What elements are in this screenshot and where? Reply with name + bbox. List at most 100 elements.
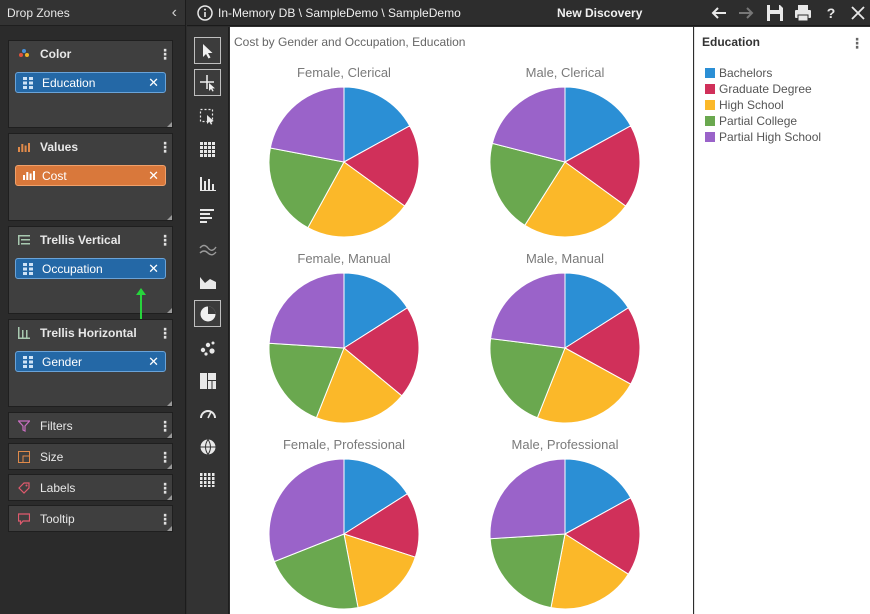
- drop-zones-title: Drop Zones: [7, 5, 70, 20]
- pie-chart-tool[interactable]: [194, 300, 221, 327]
- values-zone[interactable]: Values ⋮ Cost ✕: [8, 133, 173, 221]
- top-bar: In-Memory DB \ SampleDemo \ SampleDemo N…: [187, 0, 870, 26]
- legend-swatch: [705, 84, 715, 94]
- size-icon: [17, 450, 31, 464]
- resize-corner: [167, 433, 172, 438]
- legend-item[interactable]: Bachelors: [705, 65, 772, 81]
- collapse-panel-icon[interactable]: ‹: [172, 4, 177, 21]
- chart-title: Cost by Gender and Occupation, Education: [234, 35, 466, 49]
- legend-item[interactable]: Graduate Degree: [705, 81, 812, 97]
- remove-education-icon[interactable]: ✕: [148, 75, 159, 91]
- measure-bar-icon: [23, 170, 35, 182]
- color-zone-menu-icon[interactable]: ⋮: [158, 47, 172, 61]
- add-pointer-tool[interactable]: [194, 69, 221, 96]
- pie-panel-title: Female, Clerical: [297, 65, 391, 80]
- discovery-title[interactable]: New Discovery: [557, 6, 642, 20]
- pie-chart[interactable]: [488, 85, 642, 239]
- gauge-tool[interactable]: [194, 400, 221, 427]
- resize-corner: [167, 122, 172, 127]
- forward-arrow-icon[interactable]: [737, 4, 755, 22]
- trellis-vertical-menu-icon[interactable]: ⋮: [158, 233, 172, 247]
- filters-zone-label: Filters: [40, 419, 73, 433]
- trellis-horizontal-zone[interactable]: Trellis Horizontal ⋮ Gender ✕: [8, 319, 173, 407]
- pie-panel-title: Male, Clerical: [525, 65, 605, 80]
- tooltip-zone[interactable]: Tooltip ⋮: [8, 505, 173, 532]
- info-icon[interactable]: [197, 4, 213, 21]
- pie-chart[interactable]: [267, 457, 421, 611]
- legend-label: Graduate Degree: [719, 82, 812, 96]
- help-icon[interactable]: ?: [822, 4, 840, 22]
- pie-panel-title: Female, Manual: [297, 251, 391, 266]
- trellis-vertical-label: Trellis Vertical: [40, 233, 121, 247]
- pie-panel-title: Male, Professional: [511, 437, 619, 452]
- filters-zone-menu-icon[interactable]: ⋮: [158, 419, 172, 433]
- attribute-grid-icon: [23, 76, 35, 89]
- remove-cost-icon[interactable]: ✕: [148, 168, 159, 184]
- legend-item[interactable]: High School: [705, 97, 784, 113]
- bar-chart-tool[interactable]: [194, 202, 221, 229]
- legend-label: Partial College: [719, 114, 798, 128]
- cost-pill-label: Cost: [42, 168, 67, 183]
- lasso-select-tool[interactable]: [194, 103, 221, 130]
- legend-menu-icon[interactable]: ⋮: [850, 35, 864, 52]
- size-zone[interactable]: Size ⋮: [8, 443, 173, 470]
- cost-pill[interactable]: Cost ✕: [15, 165, 166, 186]
- trellis-vertical-zone[interactable]: Trellis Vertical ⋮ Occupation ✕: [8, 226, 173, 314]
- bar-chart-icon: [199, 208, 214, 223]
- size-zone-menu-icon[interactable]: ⋮: [158, 450, 172, 464]
- legend-item[interactable]: Partial College: [705, 113, 797, 129]
- tooltip-bubble-icon: [17, 512, 31, 526]
- pie-chart-icon: [200, 306, 215, 321]
- grid-chart-tool[interactable]: [194, 136, 221, 163]
- back-arrow-icon[interactable]: [710, 4, 728, 22]
- size-zone-label: Size: [40, 450, 64, 464]
- color-zone-label: Color: [40, 47, 72, 61]
- resize-corner: [167, 308, 172, 313]
- gender-pill[interactable]: Gender ✕: [15, 351, 166, 372]
- filters-zone[interactable]: Filters ⋮: [8, 412, 173, 439]
- visual-tools-strip: [187, 27, 229, 614]
- line-chart-tool[interactable]: [194, 235, 221, 262]
- trellis-horizontal-menu-icon[interactable]: ⋮: [158, 326, 172, 340]
- education-pill-label: Education: [42, 75, 96, 90]
- marquee-select-icon: [199, 108, 214, 125]
- legend-swatch: [705, 132, 715, 142]
- print-icon[interactable]: [794, 4, 812, 22]
- table-tool[interactable]: [194, 466, 221, 493]
- column-chart-tool[interactable]: [194, 169, 221, 196]
- scatter-chart-tool[interactable]: [194, 334, 221, 361]
- close-icon[interactable]: [849, 4, 867, 22]
- legend-panel: Education ⋮ Bachelors Graduate Degree High…: [694, 27, 870, 614]
- save-disk-icon[interactable]: [766, 4, 784, 22]
- legend-swatch: [705, 116, 715, 126]
- legend-title: Education: [702, 35, 761, 49]
- map-tool[interactable]: [194, 433, 221, 460]
- pie-chart[interactable]: [267, 271, 421, 425]
- labels-zone-menu-icon[interactable]: ⋮: [158, 481, 172, 495]
- legend-item[interactable]: Partial High School: [705, 129, 821, 145]
- gauge-icon: [199, 409, 216, 418]
- color-zone[interactable]: Color ⋮ Education ✕: [8, 40, 173, 128]
- select-pointer-tool[interactable]: [194, 37, 221, 64]
- pie-slice[interactable]: [490, 272, 566, 349]
- pie-chart[interactable]: [488, 457, 642, 611]
- values-zone-menu-icon[interactable]: ⋮: [158, 140, 172, 154]
- occupation-pill[interactable]: Occupation ✕: [15, 258, 166, 279]
- education-pill[interactable]: Education ✕: [15, 72, 166, 93]
- chart-canvas[interactable]: Cost by Gender and Occupation, Education…: [230, 27, 693, 614]
- pivot-table-icon: [199, 472, 215, 487]
- pie-slice[interactable]: [489, 458, 566, 540]
- pie-chart[interactable]: [267, 85, 421, 239]
- area-chart-tool[interactable]: [194, 268, 221, 295]
- tooltip-zone-menu-icon[interactable]: ⋮: [158, 512, 172, 526]
- remove-occupation-icon[interactable]: ✕: [148, 261, 159, 277]
- attribute-grid-icon: [23, 355, 35, 368]
- pie-chart[interactable]: [488, 271, 642, 425]
- globe-icon: [200, 438, 215, 455]
- remove-gender-icon[interactable]: ✕: [148, 354, 159, 370]
- legend-label: High School: [719, 98, 784, 112]
- labels-zone[interactable]: Labels ⋮: [8, 474, 173, 501]
- treemap-tool[interactable]: [194, 367, 221, 394]
- grid-icon: [199, 141, 215, 157]
- pie-slice[interactable]: [268, 272, 345, 349]
